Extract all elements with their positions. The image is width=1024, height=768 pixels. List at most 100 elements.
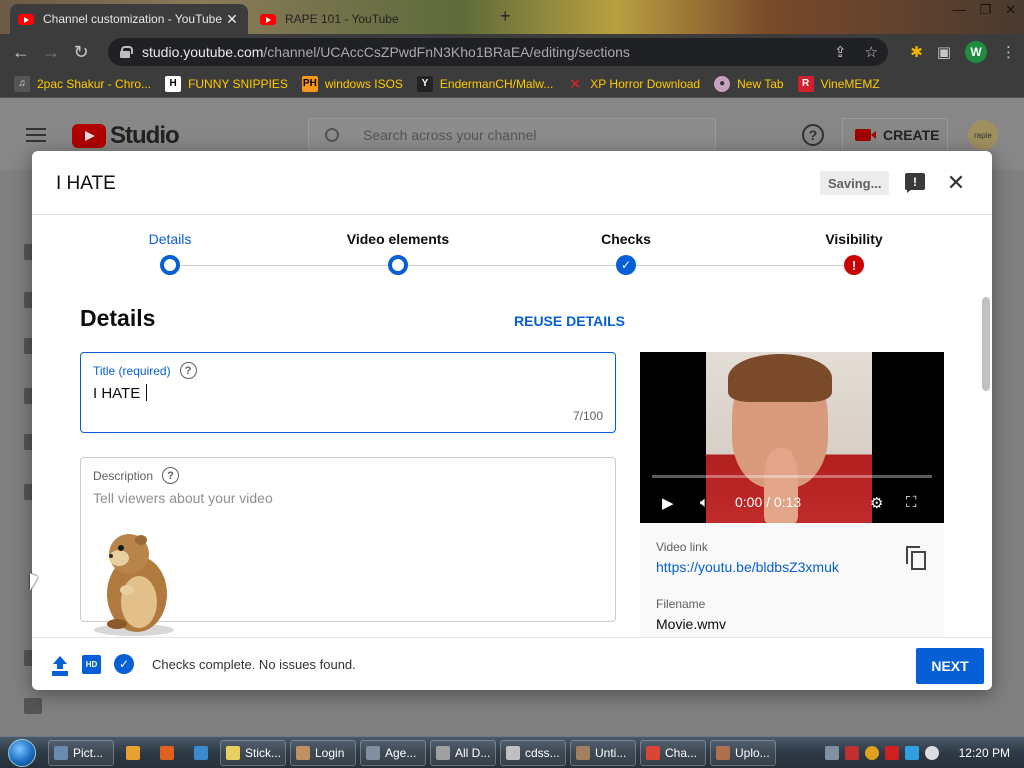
- channel-avatar[interactable]: rapie: [968, 120, 998, 150]
- help-circle-icon[interactable]: ?: [162, 467, 180, 484]
- taskbar-item[interactable]: [186, 740, 216, 766]
- tray-icon[interactable]: [824, 746, 839, 760]
- bookmark-item[interactable]: ♫ 2pac Shakur - Chro...: [14, 75, 151, 92]
- tab-second[interactable]: RAPE 101 - YouTube: [252, 4, 492, 34]
- youtube-favicon-icon: [260, 13, 276, 25]
- saving-status-badge: Saving...: [820, 171, 890, 195]
- step-video-elements[interactable]: Video elements: [318, 231, 478, 275]
- upload-icon[interactable]: [52, 656, 68, 674]
- footer-status-text: Checks complete. No issues found.: [152, 657, 356, 672]
- section-title: Details: [80, 305, 156, 331]
- hamburger-menu-icon[interactable]: [26, 128, 46, 142]
- app-icon: [646, 745, 660, 760]
- step-checks[interactable]: Checks ✓: [546, 231, 706, 275]
- dialog-footer: HD ✓ Checks complete. No issues found. N…: [32, 637, 992, 690]
- step-error-icon: !: [844, 255, 864, 275]
- studio-search-input[interactable]: Search across your channel: [308, 118, 716, 152]
- minimize-icon[interactable]: —: [952, 2, 965, 18]
- reload-icon[interactable]: ↻: [66, 42, 96, 63]
- yp-icon: Y: [416, 75, 433, 92]
- bookmark-star-icon[interactable]: ☆: [865, 43, 878, 61]
- taskbar-item[interactable]: Uplo...: [710, 739, 776, 766]
- profile-avatar[interactable]: W: [965, 41, 987, 63]
- taskbar-item[interactable]: Age...: [360, 739, 426, 766]
- dialog-content: Details REUSE DETAILS Title (required) ?…: [32, 285, 982, 637]
- forward-icon[interactable]: →: [36, 42, 66, 63]
- extensions-puzzle-icon[interactable]: ✱: [910, 43, 923, 61]
- fullscreen-icon[interactable]: ⛶: [906, 494, 917, 511]
- x-icon: ✕: [568, 75, 582, 93]
- studio-logo-text: Studio: [110, 122, 180, 149]
- step-details[interactable]: Details: [90, 231, 250, 275]
- taskbar-item[interactable]: Login: [290, 739, 356, 766]
- window-controls: — ❐ ✕: [952, 2, 1016, 18]
- taskbar-item[interactable]: Stick...: [220, 739, 286, 766]
- checks-complete-icon[interactable]: ✓: [114, 654, 134, 674]
- taskbar-item[interactable]: [118, 740, 148, 766]
- hd-processing-icon[interactable]: HD: [82, 655, 101, 674]
- taskbar-item[interactable]: Unti...: [570, 739, 636, 766]
- feedback-icon[interactable]: !: [905, 173, 925, 193]
- taskbar-item[interactable]: [152, 740, 182, 766]
- description-input[interactable]: Description ? Tell viewers about your vi…: [80, 457, 616, 636]
- window-close-icon[interactable]: ✕: [1005, 2, 1016, 18]
- tray-icon[interactable]: [864, 746, 879, 760]
- bookmark-item[interactable]: H FUNNY SNIPPIES: [165, 75, 288, 92]
- menu-kebab-icon[interactable]: ⋮: [1001, 43, 1016, 61]
- dialog-scrollbar[interactable]: [982, 297, 992, 391]
- sidebar-feedback-icon[interactable]: [24, 698, 42, 714]
- studio-logo[interactable]: Studio: [72, 122, 180, 150]
- taskbar-item[interactable]: Cha...: [640, 739, 706, 766]
- dialog-title: I HATE: [56, 173, 116, 194]
- tray-icon[interactable]: [844, 746, 859, 760]
- settings-gear-icon[interactable]: ⚙: [870, 494, 883, 512]
- tray-icon[interactable]: [884, 746, 899, 760]
- video-link[interactable]: https://youtu.be/bldbsZ3xmuk: [656, 559, 839, 575]
- help-circle-icon[interactable]: ?: [179, 362, 197, 379]
- copy-icon[interactable]: [906, 546, 926, 570]
- share-icon[interactable]: ⇪: [834, 43, 847, 61]
- youtube-favicon-icon: [18, 13, 34, 25]
- bookmark-item[interactable]: PH windows ISOS: [301, 75, 403, 92]
- youtube-logo-icon: [72, 124, 106, 148]
- tray-icon[interactable]: [924, 746, 939, 760]
- step-visibility[interactable]: Visibility !: [774, 231, 934, 275]
- stepper-line: [170, 265, 854, 266]
- next-button[interactable]: NEXT: [916, 648, 984, 684]
- upload-stepper: Details Video elements Checks ✓ Visibili…: [32, 215, 982, 285]
- omnibox-actions: ⇪ ☆: [834, 43, 878, 61]
- music-icon: ♫: [14, 75, 30, 92]
- side-panel-icon[interactable]: ▣: [937, 43, 951, 61]
- title-input[interactable]: Title (required) ? I HATE 7/100: [80, 352, 616, 433]
- taskbar-item[interactable]: Pict...: [48, 739, 114, 766]
- bookmarks-bar: ♫ 2pac Shakur - Chro... H FUNNY SNIPPIES P…: [0, 70, 1024, 98]
- close-icon[interactable]: ✕: [944, 170, 968, 195]
- reuse-details-button[interactable]: REUSE DETAILS: [514, 313, 625, 329]
- search-icon: [325, 128, 339, 142]
- bookmark-item[interactable]: R VineMEMZ: [797, 75, 880, 92]
- video-progress-bar[interactable]: [652, 475, 932, 478]
- volume-icon[interactable]: 🔈︎: [700, 494, 709, 511]
- taskbar-item[interactable]: All D...: [430, 739, 496, 766]
- windows-orb-icon: [8, 738, 36, 767]
- tray-icon[interactable]: [904, 746, 919, 760]
- start-button[interactable]: [0, 737, 44, 768]
- bookmark-item[interactable]: ● New Tab: [714, 75, 784, 92]
- help-icon[interactable]: ?: [802, 124, 824, 146]
- tab-channel-customization[interactable]: Channel customization - YouTube ✕: [10, 4, 248, 34]
- tab-close-icon[interactable]: ✕: [224, 11, 240, 28]
- create-button[interactable]: CREATE: [842, 118, 948, 152]
- back-icon[interactable]: ←: [6, 42, 36, 63]
- restore-icon[interactable]: ❐: [979, 2, 991, 18]
- taskbar-clock[interactable]: 12:20 PM: [959, 746, 1010, 760]
- taskbar-item[interactable]: cdss...: [500, 739, 566, 766]
- address-bar[interactable]: studio.youtube.com/channel/UCAccCsZPwdFn…: [108, 38, 888, 66]
- bookmark-item[interactable]: ✕ XP Horror Download: [567, 75, 700, 93]
- system-tray: 12:20 PM: [824, 737, 1024, 768]
- app-icon: [160, 745, 174, 760]
- app-icon: [194, 745, 208, 760]
- bookmark-item[interactable]: Y EndermanCH/Malw...: [416, 75, 553, 92]
- new-tab-icon[interactable]: +: [500, 6, 511, 27]
- video-player[interactable]: ▶ 🔈︎ 0:00 / 0:13 ⚙ ⛶: [640, 352, 944, 523]
- play-icon[interactable]: ▶: [662, 494, 674, 512]
